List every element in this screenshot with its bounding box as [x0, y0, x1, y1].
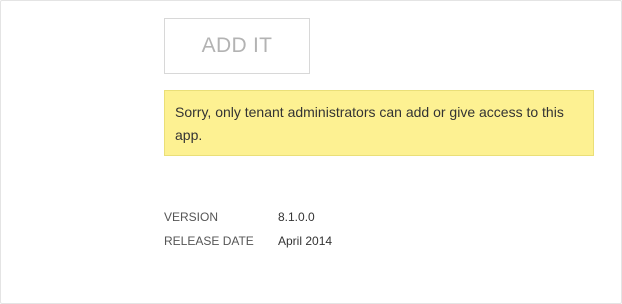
app-details-panel: ADD IT Sorry, only tenant administrators… — [0, 0, 622, 304]
release-date-label: RELEASE DATE — [164, 234, 254, 248]
version-value: 8.1.0.0 — [278, 210, 315, 224]
release-date-row: RELEASE DATE April 2014 — [164, 229, 332, 253]
permission-notice: Sorry, only tenant administrators can ad… — [164, 90, 594, 156]
app-metadata: VERSION 8.1.0.0 RELEASE DATE April 2014 — [164, 205, 332, 253]
release-date-value: April 2014 — [278, 234, 333, 248]
add-it-button[interactable]: ADD IT — [164, 18, 310, 74]
version-label: VERSION — [164, 210, 219, 224]
version-row: VERSION 8.1.0.0 — [164, 205, 332, 229]
permission-notice-text: Sorry, only tenant administrators can ad… — [175, 104, 564, 143]
